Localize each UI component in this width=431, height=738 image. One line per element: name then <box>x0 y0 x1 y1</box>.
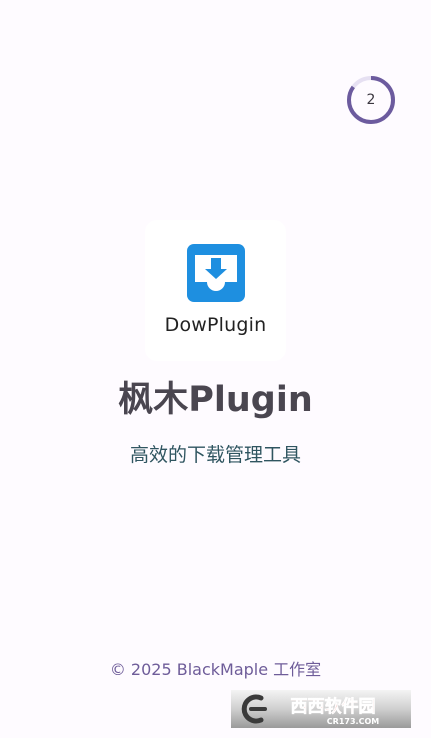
logo-wordmark: DowPlugin <box>164 314 267 336</box>
watermark-domain: CR173.COM <box>327 717 379 726</box>
countdown-number: 2 <box>366 92 376 108</box>
app-logo: DowPlugin <box>145 220 286 361</box>
app-title: 枫木Plugin <box>118 380 313 420</box>
download-tray-icon <box>187 244 245 302</box>
site-watermark: 西西软件园 CR173.COM <box>231 690 411 728</box>
copyright-text: © 2025 BlackMaple 工作室 <box>109 660 322 679</box>
watermark-brand: 西西软件园 <box>291 696 376 717</box>
watermark-logo: 西西软件园 CR173.COM <box>231 690 411 728</box>
app-subtitle: 高效的下载管理工具 <box>129 444 301 466</box>
skip-countdown-button[interactable]: 2 <box>346 75 396 125</box>
